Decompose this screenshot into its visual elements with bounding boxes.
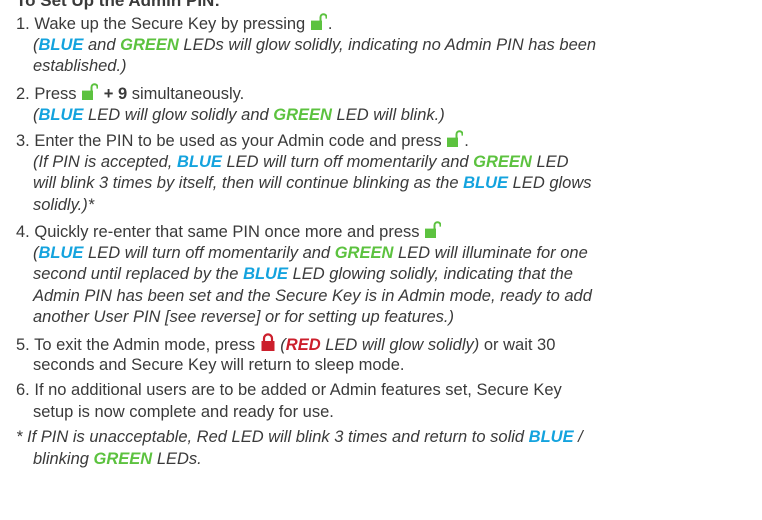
step-4-line-4: Admin PIN has been set and the Secure Ke… (33, 286, 592, 305)
footnote: * If PIN is unacceptable, Red LED will b… (16, 427, 583, 470)
step-1-line-2: (BLUE and GREEN LEDs will glow solidly, … (33, 35, 597, 54)
step-3: 3. Enter the PIN to be used as your Admi… (16, 130, 592, 216)
step-5: 5. To exit the Admin mode, press (RED LE… (16, 333, 555, 376)
step-5-line-2: seconds and Secure Key will return to sl… (33, 355, 405, 374)
lock-icon (261, 333, 275, 351)
step-6-line-1: 6. If no additional users are to be adde… (16, 381, 562, 399)
step-4-line-5: another User PIN [see reverse] or for se… (33, 308, 454, 326)
step-5-line-1: 5. To exit the Admin mode, press (RED LE… (16, 333, 555, 355)
step-3-line-1: 3. Enter the PIN to be used as your Admi… (16, 130, 469, 150)
step-3-line-4: solidly.)* (33, 195, 95, 214)
unlock-icon (310, 13, 327, 30)
step-4-line-3: second until replaced by the BLUE LED gl… (33, 265, 573, 283)
step-1-line-1: 1. Wake up the Secure Key by pressing . (16, 13, 333, 33)
unlock-icon (82, 83, 99, 100)
step-2-line-1: 2. Press + 9 simultaneously. (16, 83, 245, 103)
step-6-line-2: setup is now complete and ready for use. (33, 402, 334, 421)
step-4: 4. Quickly re-enter that same PIN once m… (16, 221, 592, 329)
unlock-icon (447, 130, 464, 147)
step-1-line-3: established.) (33, 57, 127, 75)
section-title: To Set Up the Admin PIN: (16, 0, 220, 10)
step-3-line-2: (If PIN is accepted, BLUE LED will turn … (33, 152, 569, 171)
step-number: 1. (16, 15, 30, 33)
step-1: 1. Wake up the Secure Key by pressing . … (16, 13, 596, 78)
footnote-line-1: * If PIN is unacceptable, Red LED will b… (16, 428, 583, 446)
instruction-page: To Set Up the Admin PIN: 1. Wake up the … (0, 0, 762, 520)
step-4-line-1: 4. Quickly re-enter that same PIN once m… (16, 221, 592, 243)
unlock-icon (425, 221, 442, 238)
step-4-line-2: (BLUE LED will turn off momentarily and … (33, 243, 588, 262)
step-6: 6. If no additional users are to be adde… (16, 380, 562, 423)
step-3-line-3: will blink 3 times by itself, then will … (33, 174, 592, 192)
step-2-line-2: (BLUE LED will glow solidly and GREEN LE… (33, 105, 445, 124)
step-2: 2. Press + 9 simultaneously. (BLUE LED w… (16, 83, 445, 126)
footnote-line-2: blinking GREEN LEDs. (33, 449, 202, 468)
